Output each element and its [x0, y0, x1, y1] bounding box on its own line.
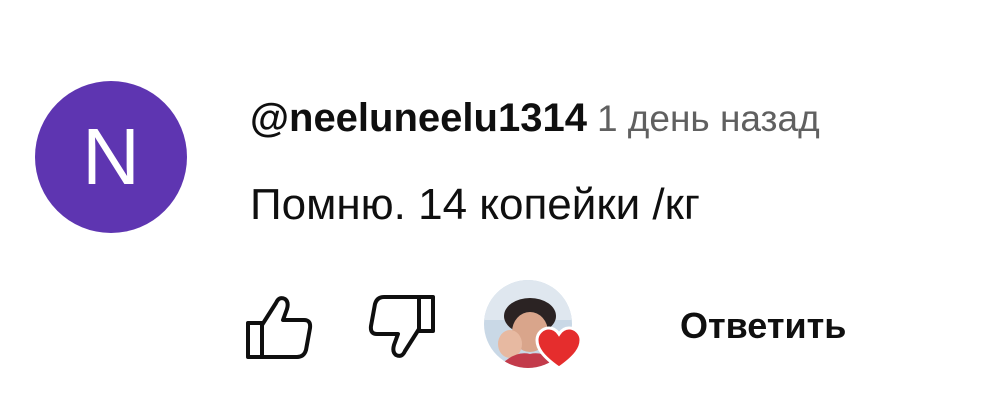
creator-heart[interactable]: [480, 280, 584, 376]
comment-time[interactable]: 1 день назад: [597, 98, 820, 139]
author-name[interactable]: @neeluneelu1314: [250, 96, 587, 140]
comment: N @neeluneelu1314 1 день назад Помню. 14 …: [0, 0, 1000, 419]
avatar[interactable]: N: [35, 81, 187, 233]
dislike-button[interactable]: [365, 293, 437, 361]
comment-header: @neeluneelu1314 1 день назад: [250, 96, 820, 141]
avatar-letter: N: [82, 112, 140, 201]
thumb-down-icon: [368, 295, 435, 358]
thumb-up-icon: [246, 296, 313, 359]
reply-button[interactable]: Ответить: [660, 296, 866, 356]
heart-icon: [535, 326, 583, 370]
comment-text: Помню. 14 копейки /кг: [250, 180, 700, 229]
like-button[interactable]: [244, 293, 314, 361]
